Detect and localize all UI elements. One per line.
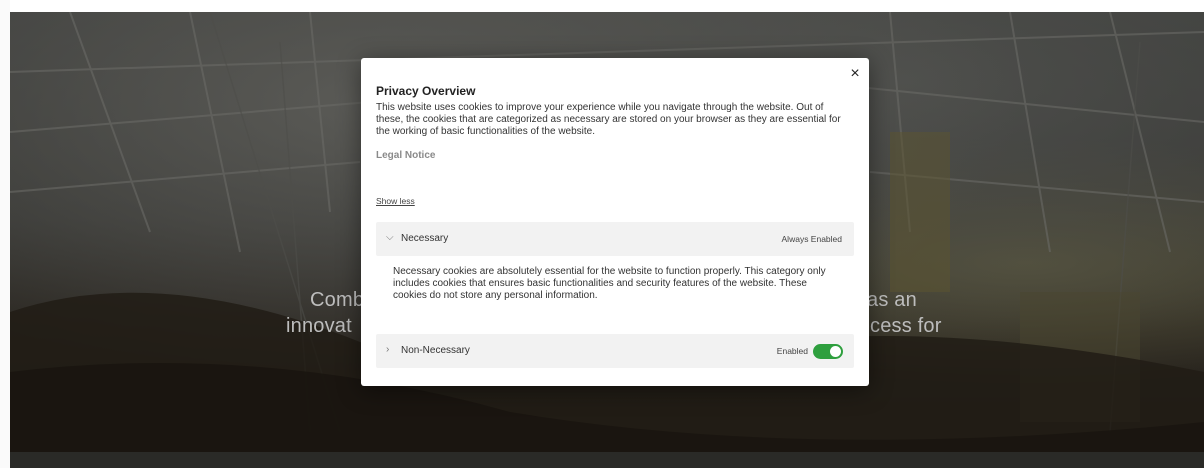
section-necessary-label: Necessary [401,233,449,244]
top-strip [0,0,1204,12]
bottom-bar [10,452,1204,468]
left-strip [0,0,10,468]
non-necessary-toggle[interactable] [813,344,843,359]
legal-notice-link[interactable]: Legal Notice [376,150,435,161]
chevron-down-icon: ⌵ [386,232,394,243]
section-necessary-header[interactable]: ⌵ Necessary Always Enabled [376,222,854,256]
section-non-necessary-label: Non-Necessary [401,345,470,356]
section-non-necessary-status: Enabled [776,346,808,356]
section-necessary-status: Always Enabled [781,234,842,244]
privacy-overview-modal: × Privacy Overview This website uses coo… [361,58,869,386]
modal-description: This website uses cookies to improve you… [376,102,841,138]
section-necessary-description: Necessary cookies are absolutely essenti… [393,266,826,302]
modal-title: Privacy Overview [376,84,476,98]
close-icon[interactable]: × [847,66,863,82]
section-non-necessary-header[interactable]: › Non-Necessary Enabled [376,334,854,368]
toggle-knob [830,346,841,357]
chevron-right-icon: › [386,344,390,355]
show-less-link[interactable]: Show less [376,196,415,206]
